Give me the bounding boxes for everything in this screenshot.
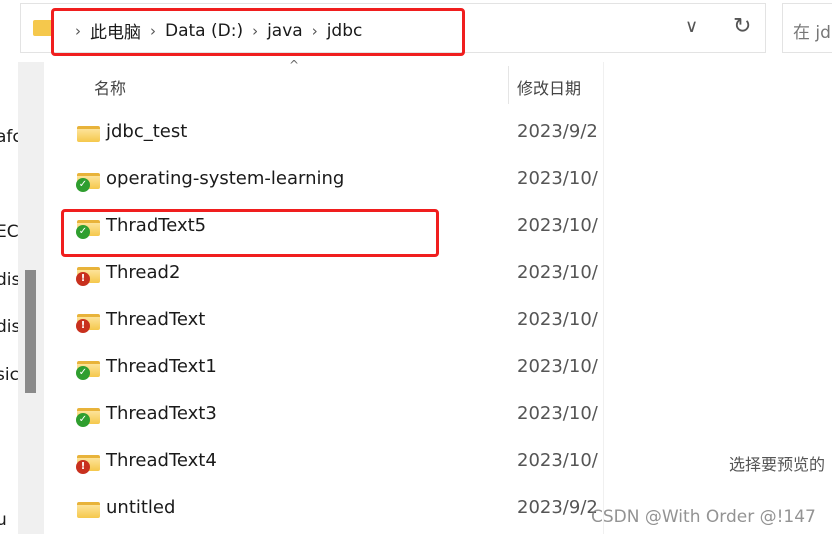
- nav-item[interactable]: dis: [0, 317, 18, 337]
- sync-error-icon: !: [76, 272, 90, 286]
- folder-icon: !: [76, 453, 100, 474]
- preview-placeholder: 选择要预览的: [729, 455, 826, 474]
- nav-scrollbar[interactable]: [25, 270, 36, 393]
- folder-icon: [77, 500, 100, 518]
- nav-item[interactable]: EC: [0, 222, 18, 242]
- folder-icon: !: [76, 312, 100, 333]
- file-name: jdbc_test: [106, 121, 188, 142]
- file-date: 2023/10/: [517, 450, 598, 471]
- sync-ok-icon: ✓: [76, 178, 90, 192]
- file-date: 2023/9/2: [517, 497, 598, 518]
- file-name: Thread2: [106, 262, 181, 283]
- sync-error-icon: !: [76, 319, 90, 333]
- file-date: 2023/10/: [517, 309, 598, 330]
- file-name: untitled: [106, 497, 176, 518]
- folder-icon: ✓: [76, 406, 100, 427]
- file-row[interactable]: jdbc_test 2023/9/2: [60, 115, 603, 155]
- refresh-icon[interactable]: ↻: [733, 14, 751, 39]
- sync-error-icon: !: [76, 460, 90, 474]
- nav-item[interactable]: afc: [0, 127, 18, 147]
- sync-ok-icon: ✓: [76, 413, 90, 427]
- folder-icon: [33, 20, 53, 36]
- file-date: 2023/10/: [517, 403, 598, 424]
- file-date: 2023/9/2: [517, 121, 598, 142]
- file-name: ThreadText4: [106, 450, 217, 471]
- highlight-box: [61, 209, 439, 257]
- chevron-down-icon[interactable]: ∨: [685, 16, 698, 37]
- nav-item[interactable]: dis: [0, 270, 18, 290]
- folder-icon: !: [76, 265, 100, 286]
- file-date: 2023/10/: [517, 356, 598, 377]
- column-header-name[interactable]: 名称: [94, 75, 126, 99]
- file-name: ThreadText1: [106, 356, 217, 377]
- folder-icon: ✓: [76, 359, 100, 380]
- column-divider[interactable]: [508, 66, 509, 104]
- file-name: operating-system-learning: [106, 168, 345, 189]
- file-row[interactable]: untitled 2023/9/2: [60, 491, 603, 531]
- file-row[interactable]: ✓ ThreadText3 2023/10/: [60, 397, 603, 437]
- file-date: 2023/10/: [517, 168, 598, 189]
- watermark: CSDN @With Order @!147: [591, 507, 816, 527]
- sync-ok-icon: ✓: [76, 366, 90, 380]
- sort-ascending-icon: ^: [289, 58, 300, 72]
- file-name: ThreadText: [106, 309, 206, 330]
- folder-icon: [77, 124, 100, 142]
- highlight-box: [51, 8, 465, 56]
- file-date: 2023/10/: [517, 262, 598, 283]
- preview-divider: [603, 62, 604, 534]
- nav-item[interactable]: sic: [0, 365, 18, 385]
- nav-item[interactable]: u: [0, 510, 18, 530]
- search-input[interactable]: 在 jdbc: [782, 3, 832, 53]
- folder-icon: ✓: [76, 171, 100, 192]
- file-row[interactable]: ! ThreadText4 2023/10/: [60, 444, 603, 484]
- column-header-date[interactable]: 修改日期: [517, 75, 581, 99]
- file-row[interactable]: ! ThreadText 2023/10/: [60, 303, 603, 343]
- file-row[interactable]: ✓ ThreadText1 2023/10/: [60, 350, 603, 390]
- file-row[interactable]: ! Thread2 2023/10/: [60, 256, 603, 296]
- file-row[interactable]: ✓ operating-system-learning 2023/10/: [60, 162, 603, 202]
- file-name: ThreadText3: [106, 403, 217, 424]
- file-date: 2023/10/: [517, 215, 598, 236]
